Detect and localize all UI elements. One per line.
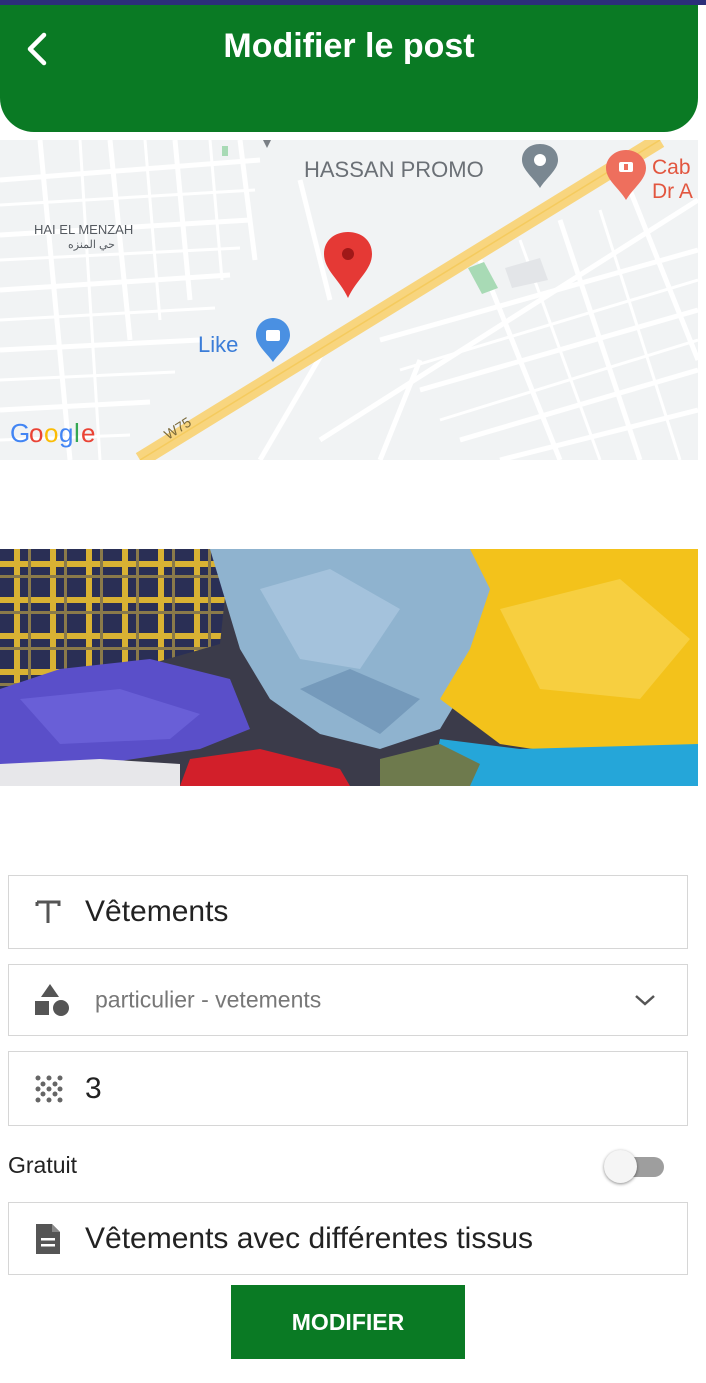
svg-text:l: l [74, 418, 80, 448]
quantity-field[interactable]: 3 [8, 1051, 688, 1126]
svg-text:G: G [10, 418, 30, 448]
modifier-button[interactable]: MODIFIER [231, 1285, 465, 1359]
map-label-hassan-promo: HASSAN PROMO [304, 157, 484, 182]
map-label-cab: Cab [652, 156, 691, 179]
category-value: particulier - vetements [95, 986, 322, 1013]
svg-text:g: g [59, 418, 73, 448]
map-view[interactable]: HASSAN PROMO HAI EL MENZAH حي المنزه Cab… [0, 140, 698, 460]
chevron-down-icon [635, 995, 655, 1006]
svg-text:e: e [81, 418, 95, 448]
gratuit-switch[interactable] [604, 1150, 666, 1183]
post-image[interactable] [0, 549, 698, 786]
category-select[interactable]: particulier - vetements [8, 964, 688, 1036]
grain-dots-icon [35, 1075, 63, 1102]
map-label-dr: Dr A [652, 180, 693, 203]
map-label-hai-el-menzah-arabic: حي المنزه [68, 239, 115, 251]
document-icon [36, 1223, 60, 1254]
app-bar: Modifier le post [0, 5, 698, 132]
text-title-icon [35, 900, 61, 923]
google-logo: G o o g l e [10, 418, 95, 448]
description-field[interactable]: Vêtements avec différentes tissus [8, 1202, 688, 1275]
quantity-value: 3 [85, 1071, 102, 1105]
map-label-like: Like [198, 332, 238, 357]
description-value: Vêtements avec différentes tissus [85, 1221, 534, 1255]
title-field[interactable]: Vêtements [8, 875, 688, 949]
title-value: Vêtements [85, 895, 229, 928]
switch-knob [604, 1150, 637, 1183]
page-title: Modifier le post [223, 27, 475, 65]
gratuit-label: Gratuit [8, 1152, 78, 1178]
svg-text:o: o [44, 418, 58, 448]
svg-text:o: o [29, 418, 43, 448]
category-shapes-icon [35, 984, 69, 1016]
map-label-hai-el-menzah: HAI EL MENZAH [34, 222, 133, 237]
